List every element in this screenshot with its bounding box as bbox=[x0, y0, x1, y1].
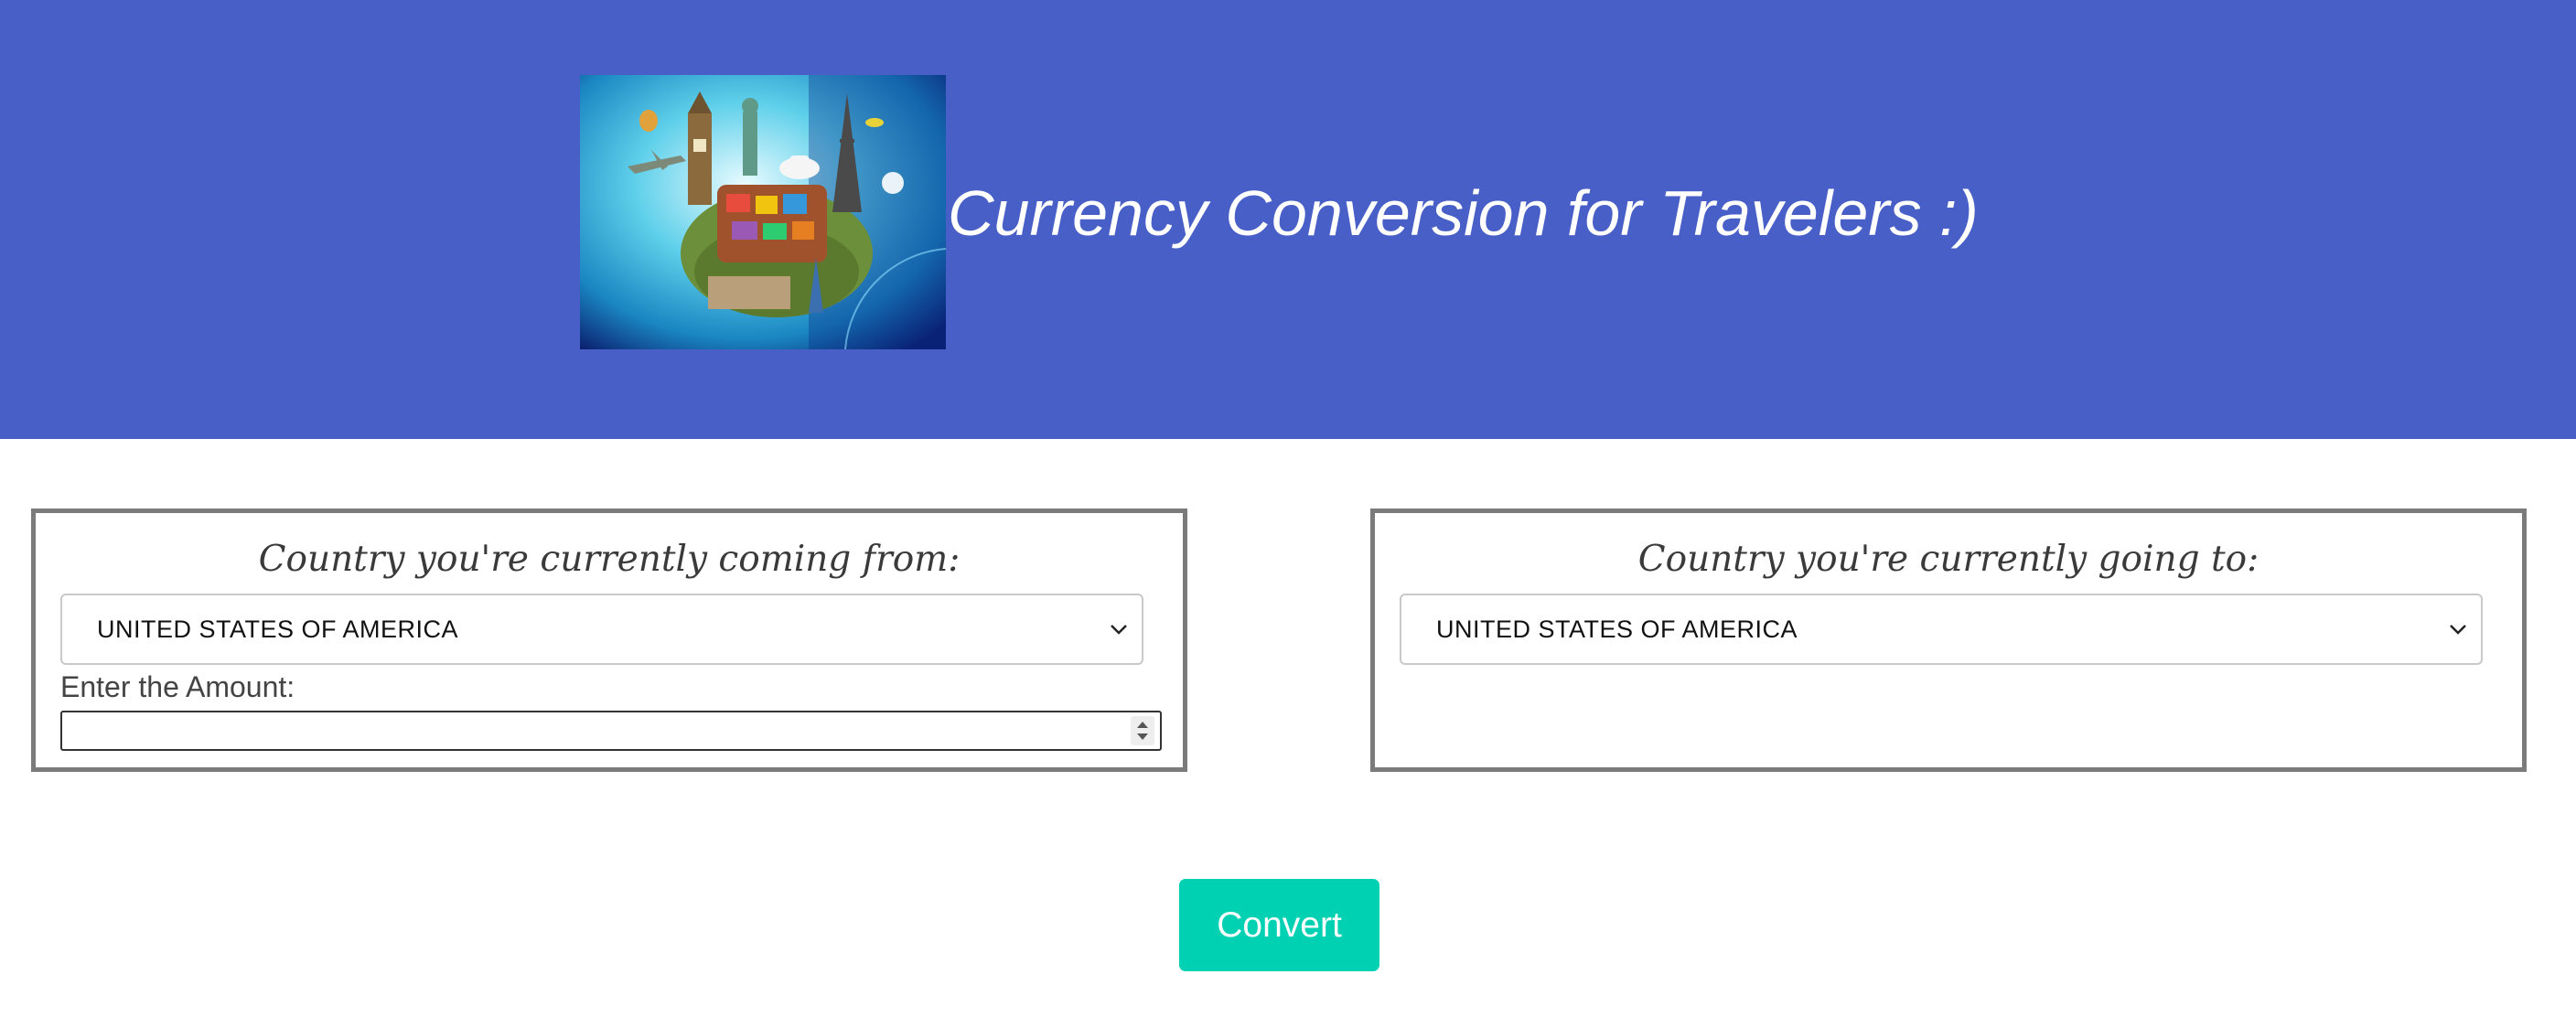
from-country-heading: Country you're currently coming from: bbox=[258, 539, 961, 580]
from-country-select[interactable]: UNITED STATES OF AMERICA bbox=[60, 594, 1143, 665]
to-country-selected-value: UNITED STATES OF AMERICA bbox=[1436, 616, 1798, 643]
to-country-heading: Country you're currently going to: bbox=[1637, 539, 2259, 580]
to-country-panel: Country you're currently going to: UNITE… bbox=[1370, 508, 2527, 772]
travel-hero-image bbox=[580, 75, 946, 349]
chevron-down-icon bbox=[1109, 620, 1129, 638]
header-banner: Currency Conversion for Travelers :) bbox=[0, 0, 2576, 439]
stepper-arrows-icon[interactable] bbox=[1131, 716, 1154, 745]
chevron-down-icon bbox=[2448, 620, 2468, 638]
to-country-select[interactable]: UNITED STATES OF AMERICA bbox=[1400, 594, 2483, 665]
amount-label: Enter the Amount: bbox=[60, 670, 295, 703]
from-country-panel: Country you're currently coming from: UN… bbox=[31, 508, 1187, 772]
convert-button[interactable]: Convert bbox=[1179, 879, 1379, 971]
amount-input[interactable] bbox=[60, 711, 1162, 751]
page-title: Currency Conversion for Travelers :) bbox=[948, 177, 1979, 249]
from-country-selected-value: UNITED STATES OF AMERICA bbox=[97, 616, 459, 643]
